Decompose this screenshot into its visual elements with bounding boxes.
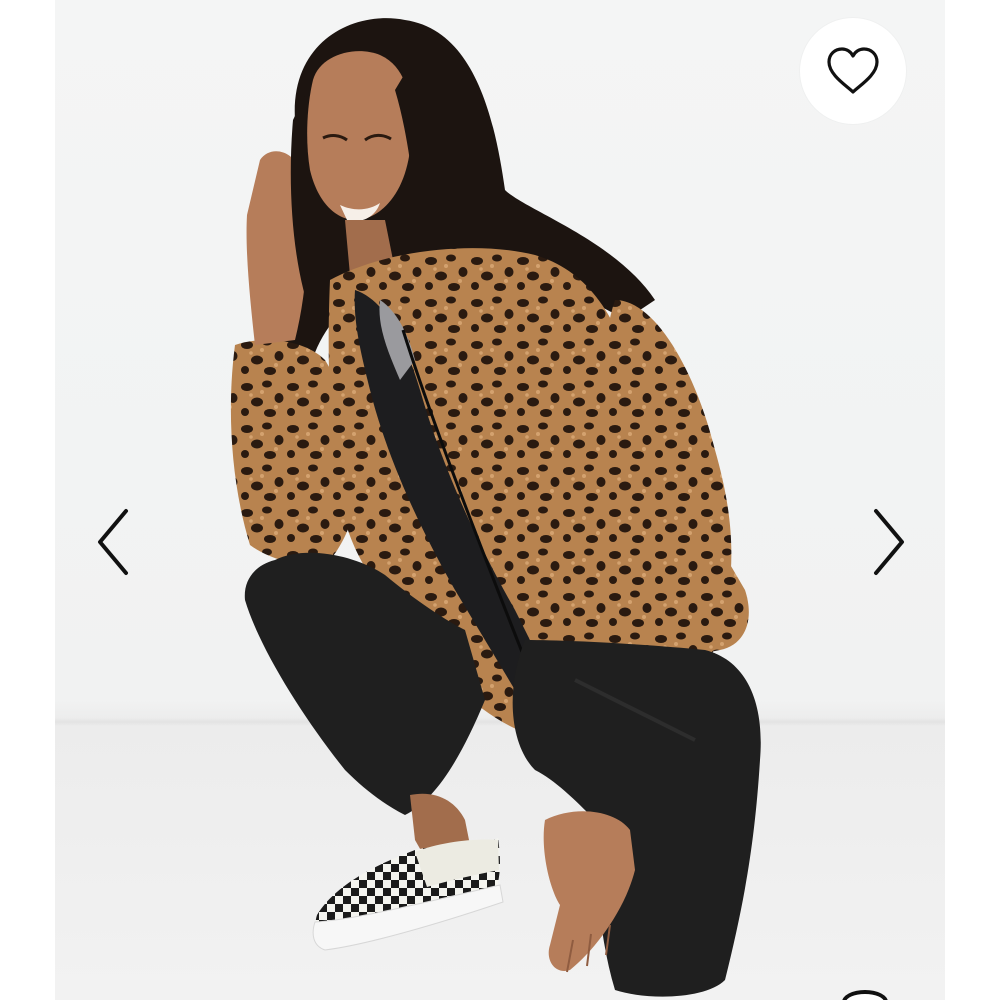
favorite-button[interactable]: [800, 18, 906, 124]
model-illustration: [230, 18, 761, 997]
chevron-right-icon: [874, 509, 904, 575]
product-photo: [55, 0, 945, 1000]
heart-outline-icon: [827, 47, 879, 94]
next-image-button[interactable]: [864, 505, 914, 579]
previous-image-button[interactable]: [88, 505, 138, 579]
chevron-left-icon: [98, 509, 128, 575]
product-image-viewer: [0, 0, 1000, 1000]
